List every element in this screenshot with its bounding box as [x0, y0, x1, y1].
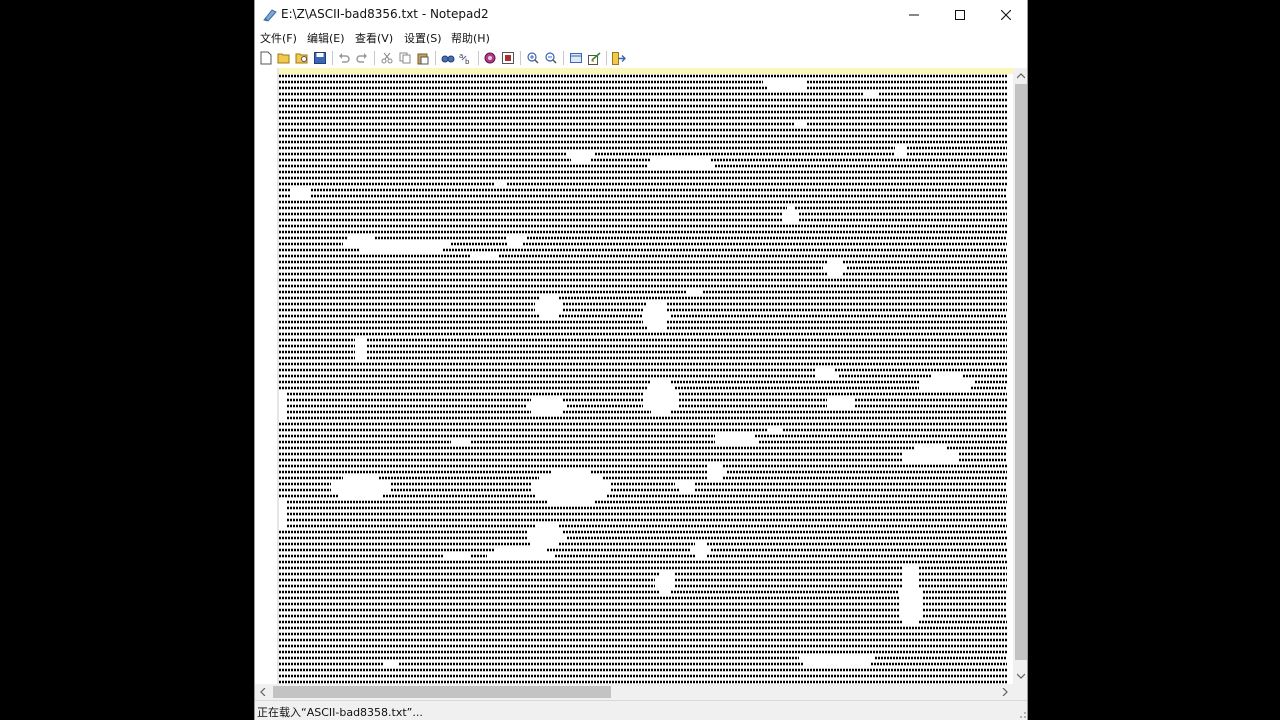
zoom-out-icon[interactable] [543, 50, 559, 66]
menu-settings[interactable]: 设置(S) [399, 31, 447, 47]
text-content[interactable] [279, 68, 1013, 684]
paste-icon[interactable] [415, 50, 431, 66]
exit-icon[interactable] [611, 50, 627, 66]
editor-area[interactable] [255, 68, 1013, 684]
menu-view[interactable]: 查看(V) [350, 31, 398, 47]
scroll-down-arrow-icon[interactable] [1013, 668, 1027, 684]
menu-edit[interactable]: 编辑(E) [302, 31, 350, 47]
vertical-scrollbar[interactable] [1013, 68, 1027, 684]
menu-help[interactable]: 帮助(H) [446, 31, 495, 47]
svg-text:b: b [465, 58, 470, 65]
title-bar[interactable]: E:\Z\ASCII-bad8356.txt - Notepad2 [255, 0, 1027, 30]
status-text: 正在载入“ASCII-bad8358.txt”... [257, 706, 423, 719]
cut-icon[interactable] [379, 50, 395, 66]
view-icon[interactable] [568, 50, 584, 66]
maximize-button[interactable] [937, 0, 983, 30]
copy-icon[interactable] [397, 50, 413, 66]
ascii-art-text [279, 74, 1007, 684]
minimize-button[interactable] [891, 0, 937, 30]
resize-grip-icon[interactable] [1015, 707, 1027, 719]
save-icon[interactable] [312, 50, 328, 66]
vertical-scroll-thumb[interactable] [1015, 84, 1027, 660]
toolbar: ab [255, 48, 1027, 68]
find-icon[interactable] [440, 50, 456, 66]
browse-icon[interactable] [294, 50, 310, 66]
schemes-icon[interactable] [500, 50, 516, 66]
window-title: E:\Z\ASCII-bad8356.txt - Notepad2 [281, 7, 489, 21]
notepad-app-icon [263, 9, 277, 22]
close-button[interactable] [983, 0, 1027, 30]
undo-icon[interactable] [336, 50, 352, 66]
menu-file[interactable]: 文件(F) [255, 31, 302, 47]
open-icon[interactable] [276, 50, 292, 66]
horizontal-scroll-thumb[interactable] [273, 686, 611, 698]
settings-icon[interactable] [586, 50, 602, 66]
zoom-in-icon[interactable] [525, 50, 541, 66]
notepad2-window: E:\Z\ASCII-bad8356.txt - Notepad2 文件(F) … [254, 0, 1028, 720]
scroll-up-arrow-icon[interactable] [1013, 68, 1027, 84]
wordwrap-icon[interactable] [482, 50, 498, 66]
scroll-left-arrow-icon[interactable] [255, 684, 271, 700]
replace-icon[interactable]: ab [458, 50, 474, 66]
line-margin [255, 68, 279, 684]
menu-bar: 文件(F) 编辑(E) 查看(V) 设置(S) 帮助(H) [255, 30, 1027, 48]
redo-icon[interactable] [354, 50, 370, 66]
new-icon[interactable] [258, 50, 274, 66]
status-bar: 正在载入“ASCII-bad8358.txt”... [255, 700, 1027, 720]
scroll-right-arrow-icon[interactable] [997, 684, 1013, 700]
horizontal-scrollbar[interactable] [255, 684, 1013, 700]
